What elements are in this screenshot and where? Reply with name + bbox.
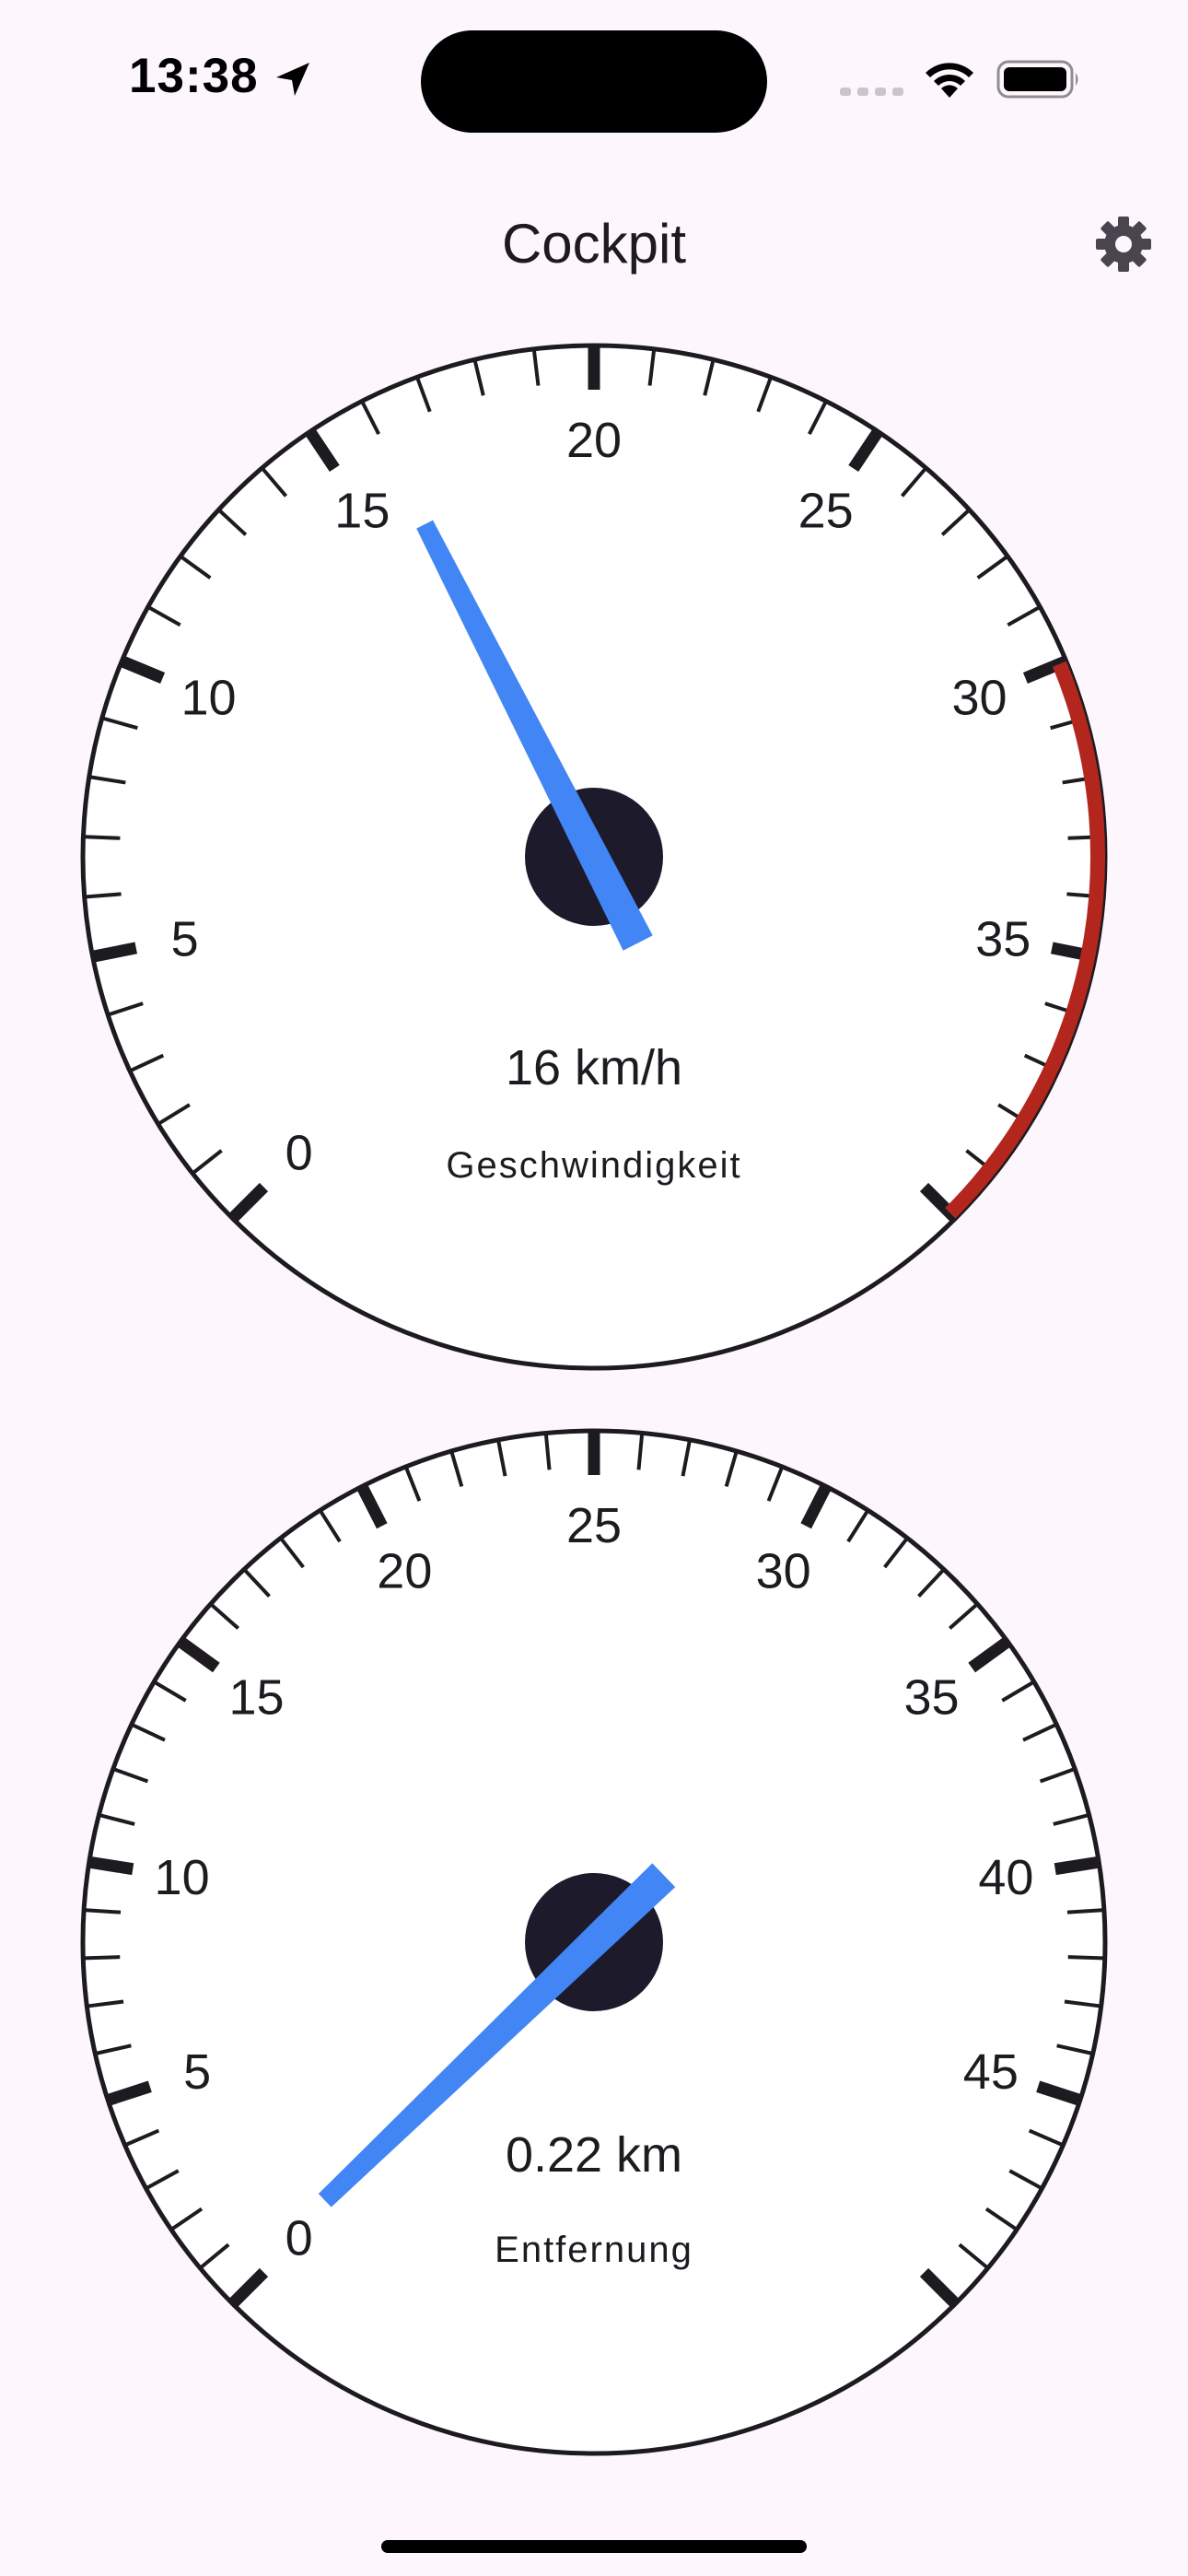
status-time: 13:38 xyxy=(129,49,259,103)
speed-gauge: 0 5 10 15 20 25 30 35 16 km/h Geschwindigkeit xyxy=(78,341,1110,1373)
gear-icon xyxy=(1096,217,1151,272)
minor-tick xyxy=(1067,1955,1103,1961)
speed-label: Geschwindigkeit xyxy=(446,1145,741,1186)
minor-tick xyxy=(85,1908,122,1914)
status-bar: 13:38 xyxy=(0,0,1188,157)
tick-label: 25 xyxy=(566,1498,622,1553)
major-tick xyxy=(89,1856,134,1876)
tick-label: 30 xyxy=(951,671,1007,726)
tick-label: 0 xyxy=(285,1125,313,1180)
tick-label: 5 xyxy=(171,911,199,966)
home-indicator xyxy=(381,2540,807,2553)
tick-label: 45 xyxy=(963,2044,1019,2100)
tick-label: 0 xyxy=(285,2210,313,2266)
dynamic-island xyxy=(421,30,767,133)
tick-label: 15 xyxy=(228,1670,284,1726)
tick-label: 15 xyxy=(334,483,390,538)
tick-label: 10 xyxy=(181,671,236,726)
distance-value: 0.22 km xyxy=(506,2127,682,2183)
page-title: Cockpit xyxy=(501,213,687,275)
tick-label: 40 xyxy=(978,1850,1033,1905)
distance-label: Entfernung xyxy=(495,2230,693,2270)
tick-label: 10 xyxy=(155,1850,210,1905)
tick-label: 30 xyxy=(756,1543,811,1598)
minor-tick xyxy=(1066,1908,1103,1914)
battery-icon xyxy=(996,60,1078,99)
distance-gauge: 0 5 10 15 20 25 30 35 40 45 0.22 km Entfernung xyxy=(78,1426,1110,2458)
distance-gauge-dial: 0 5 10 15 20 25 30 35 40 45 0.22 km Entfernung xyxy=(80,1428,1108,2456)
tick-label: 20 xyxy=(377,1543,432,1598)
location-arrow-icon xyxy=(276,63,309,96)
tick-label: 35 xyxy=(975,911,1031,966)
minor-tick xyxy=(85,1955,121,1961)
speed-gauge-dial: 0 5 10 15 20 25 30 35 16 km/h Geschwindigkeit xyxy=(80,343,1108,1371)
app-bar: Cockpit xyxy=(0,184,1188,304)
tick-label: 25 xyxy=(798,483,854,538)
tick-label: 5 xyxy=(183,2044,211,2100)
cellular-signal-icon xyxy=(840,88,903,96)
major-tick xyxy=(1054,1856,1099,1876)
wifi-icon xyxy=(926,63,973,98)
tick-label: 20 xyxy=(566,413,622,468)
speed-value: 16 km/h xyxy=(506,1040,682,1095)
major-tick xyxy=(93,942,138,963)
settings-button[interactable] xyxy=(1087,207,1160,281)
tick-label: 35 xyxy=(903,1670,959,1726)
